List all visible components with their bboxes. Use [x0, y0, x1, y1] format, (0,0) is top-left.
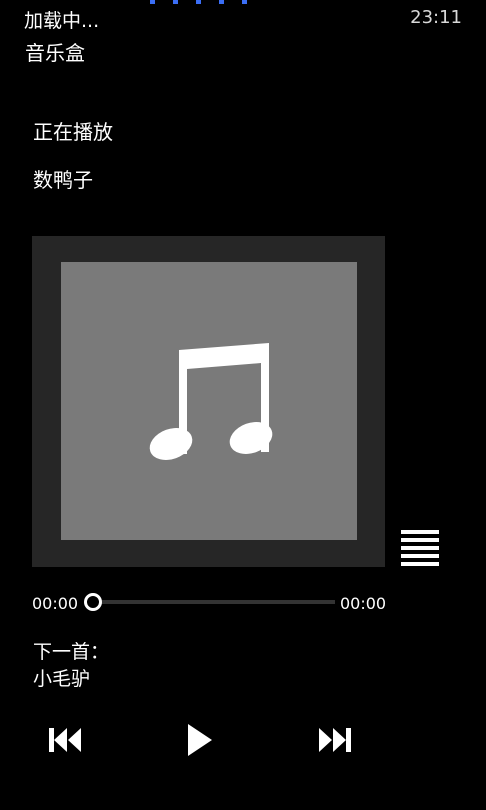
play-icon	[188, 724, 212, 756]
album-art	[61, 262, 357, 540]
seek-bar[interactable]	[90, 600, 335, 604]
skip-next-icon	[319, 728, 351, 752]
status-loading-text: 加载中...	[24, 10, 100, 32]
skip-previous-icon	[49, 728, 81, 752]
current-song-title: 数鸭子	[33, 168, 93, 192]
previous-button[interactable]	[45, 720, 85, 760]
app-title: 音乐盒	[25, 41, 85, 65]
status-clock: 23:11	[410, 7, 462, 28]
music-note-icon	[149, 343, 273, 460]
now-playing-label: 正在播放	[33, 120, 113, 144]
album-art-frame	[32, 236, 385, 567]
loading-progress-dots	[148, 0, 248, 4]
next-up-label: 下一首：	[33, 641, 110, 663]
playlist-icon[interactable]	[401, 530, 439, 568]
next-song-title: 小毛驴	[33, 668, 91, 690]
current-time: 00:00	[32, 594, 79, 613]
seek-thumb[interactable]	[84, 593, 102, 611]
next-button[interactable]	[315, 720, 355, 760]
total-time: 00:00	[340, 594, 387, 613]
play-button[interactable]	[180, 720, 220, 760]
